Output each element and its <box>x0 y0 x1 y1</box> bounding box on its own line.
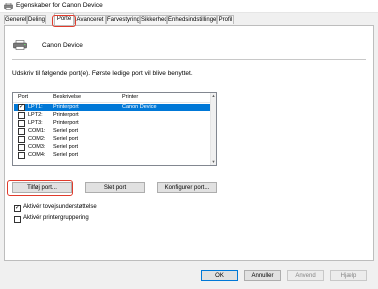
port-name: COM1: <box>28 128 46 134</box>
delete-port-button[interactable]: Slet port <box>85 182 145 193</box>
port-name: LPT2: <box>28 112 43 118</box>
tab-profil[interactable]: Profil <box>217 15 234 24</box>
port-checkbox[interactable] <box>18 128 25 135</box>
port-checkbox[interactable] <box>18 136 25 143</box>
port-description: Seriel port <box>53 128 79 134</box>
column-header-port[interactable]: Port <box>18 94 28 100</box>
dialog-footer: OK Annuller Anvend Hjælp <box>0 262 378 289</box>
printer-icon <box>4 3 13 10</box>
port-description: Seriel port <box>53 136 79 142</box>
printer-icon <box>13 40 27 50</box>
ports-panel: Canon Device Udskriv til følgende port(e… <box>4 25 374 261</box>
port-checkbox[interactable] <box>18 112 25 119</box>
tab-highlight-annotation <box>52 15 76 27</box>
port-description: Printerport <box>53 120 79 126</box>
port-row[interactable]: LPT2: Printerport <box>14 112 211 119</box>
port-description: Printerport <box>53 104 79 110</box>
port-instruction: Udskriv til følgende port(e). Første led… <box>12 70 193 77</box>
port-checkbox[interactable]: ✓ <box>18 104 25 111</box>
tab-farvestyring[interactable]: Farvestyring <box>106 15 140 24</box>
separator <box>12 59 366 60</box>
pooling-checkbox[interactable] <box>14 216 21 223</box>
column-header-printer[interactable]: Printer <box>122 94 138 100</box>
port-description: Printerport <box>53 112 79 118</box>
scroll-up-icon[interactable]: ▲ <box>211 93 216 99</box>
port-description: Seriel port <box>53 152 79 158</box>
tab-sikkerhed[interactable]: Sikkerhed <box>140 15 167 24</box>
port-checkbox[interactable] <box>18 152 25 159</box>
port-row[interactable]: COM1: Seriel port <box>14 128 211 135</box>
vertical-scrollbar[interactable]: ▲ ▼ <box>210 93 216 165</box>
port-name: COM2: <box>28 136 46 142</box>
port-row[interactable]: COM3: Seriel port <box>14 144 211 151</box>
port-row[interactable]: ✓ LPT1: Printerport Canon Device <box>14 104 211 111</box>
ok-button[interactable]: OK <box>201 270 238 281</box>
help-button[interactable]: Hjælp <box>330 270 367 281</box>
port-checkbox[interactable] <box>18 120 25 127</box>
port-name: COM4: <box>28 152 46 158</box>
scroll-down-icon[interactable]: ▼ <box>211 159 216 165</box>
port-printer: Canon Device <box>122 104 157 110</box>
tab-deling[interactable]: Deling <box>27 15 46 24</box>
add-port-highlight-annotation <box>7 180 73 196</box>
checkmark-icon: ✓ <box>19 104 25 110</box>
port-list[interactable]: Port Beskrivelse Printer ✓ LPT1: Printer… <box>12 92 217 166</box>
bidirectional-label: Aktivér tovejsunderstøttelse <box>23 204 97 210</box>
column-header-description[interactable]: Beskrivelse <box>53 94 81 100</box>
port-row[interactable]: LPT3: Printerport <box>14 120 211 127</box>
port-description: Seriel port <box>53 144 79 150</box>
checkmark-icon: ✓ <box>15 205 21 211</box>
printer-properties-window: Egenskaber for Canon Device Generelt Del… <box>0 0 378 289</box>
port-row[interactable]: COM2: Seriel port <box>14 136 211 143</box>
window-title: Egenskaber for Canon Device <box>16 2 103 9</box>
port-row[interactable]: COM4: Seriel port <box>14 152 211 159</box>
port-checkbox[interactable] <box>18 144 25 151</box>
port-name: COM3: <box>28 144 46 150</box>
configure-port-button[interactable]: Konfigurer port... <box>157 182 217 193</box>
port-name: LPT3: <box>28 120 43 126</box>
device-name: Canon Device <box>42 42 83 49</box>
tab-avanceret[interactable]: Avanceret <box>74 15 106 24</box>
tab-enhedsindstillinger[interactable]: Enhedsindstillinger <box>167 15 217 24</box>
port-name: LPT1: <box>28 104 43 110</box>
cancel-button[interactable]: Annuller <box>244 270 281 281</box>
apply-button[interactable]: Anvend <box>287 270 324 281</box>
port-list-header: Port Beskrivelse Printer <box>13 93 212 103</box>
tab-generelt[interactable]: Generelt <box>4 15 27 24</box>
bidirectional-checkbox[interactable]: ✓ <box>14 205 21 212</box>
title-bar: Egenskaber for Canon Device <box>0 0 378 13</box>
pooling-label: Aktivér printergruppering <box>23 215 89 221</box>
